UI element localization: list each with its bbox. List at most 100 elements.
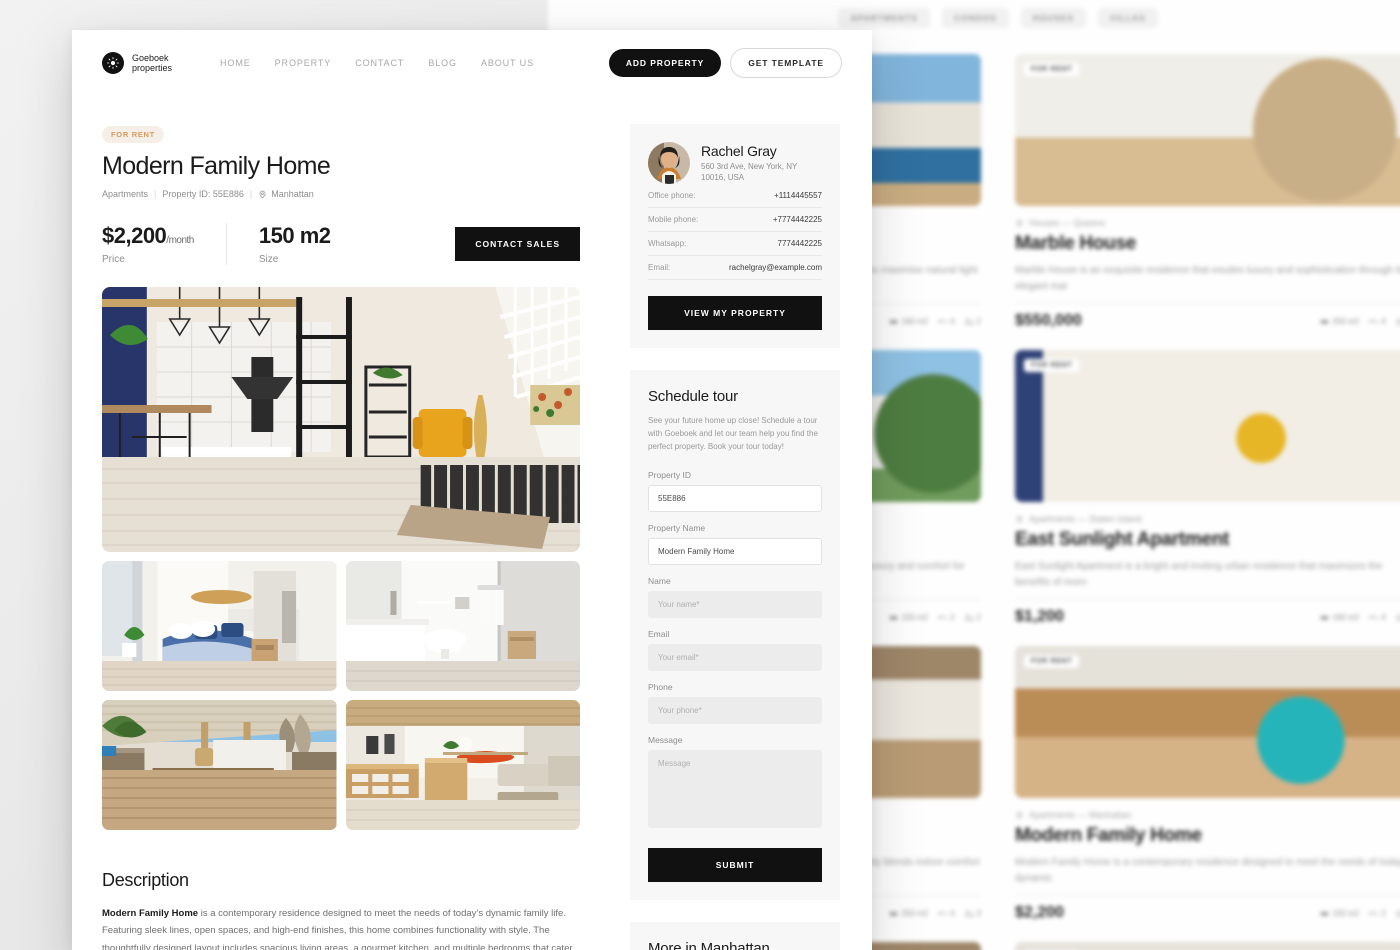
listing-card-meta: $550,000 250 m2 4 3 — [1015, 312, 1400, 330]
agent-whatsapp-row: Whatsapp: 7774442225 — [648, 232, 822, 256]
price-value: $2,200 — [102, 223, 167, 248]
gallery-thumb-terrace[interactable] — [102, 700, 337, 830]
listing-card-specs: 250 m2 4 3 — [1320, 317, 1400, 326]
agent-email-label: Email: — [648, 263, 671, 272]
agent-mobile-phone-row: Mobile phone: +7774442225 — [648, 208, 822, 232]
header-actions: ADD PROPERTY GET TEMPLATE — [608, 48, 842, 78]
contact-sales-button[interactable]: CONTACT SALES — [455, 227, 580, 261]
brand-name: Goeboek properties — [132, 53, 172, 74]
agent-office-phone-value[interactable]: +1114445557 — [774, 191, 822, 200]
email-input[interactable] — [648, 643, 822, 671]
property-stats: $2,200/month Price 150 m2 Size CONTACT S… — [102, 223, 580, 265]
add-property-button[interactable]: ADD PROPERTY — [608, 49, 722, 77]
filter-pill-condos[interactable]: CONDOS — [941, 8, 1009, 28]
schedule-tour-subtitle: See your future home up close! Schedule … — [648, 416, 818, 452]
listing-card[interactable]: FOR RENT Houses — Queens Marble House Marbl… — [1015, 54, 1400, 330]
description-lead: Modern Family Home — [102, 908, 199, 919]
size-value: 150 m2 — [258, 223, 331, 248]
listing-card-title[interactable]: East Sunlight Apartment — [1015, 529, 1400, 551]
baths-spec: 2 — [1396, 613, 1400, 622]
listing-card[interactable]: FOR RENTCondos — The BronxRustic Forest … — [1015, 942, 1400, 950]
phone-field-label: Phone — [648, 681, 673, 692]
listing-card-image[interactable]: FOR RENT — [1015, 646, 1400, 798]
property-id-field-label: Property ID — [648, 469, 691, 480]
listing-card-divider — [1015, 599, 1400, 600]
listing-card[interactable]: FOR RENT Apartments — Staten Island East S… — [1015, 350, 1400, 626]
nav-item-property[interactable]: PROPERTY — [275, 58, 332, 68]
beds-spec: 4 — [1369, 613, 1386, 622]
baths-spec: 2 — [965, 613, 981, 622]
beds-spec: 2 — [1369, 909, 1386, 918]
property-name-input[interactable] — [648, 537, 822, 565]
area-spec: 250 m2 — [1320, 317, 1359, 326]
listing-card-specs: 160 m2 4 2 — [889, 317, 981, 326]
nav-item-about-us[interactable]: ABOUT US — [481, 58, 534, 68]
category-filter-bar[interactable]: APARTMENTS CONDOS HOUSES VILLAS — [584, 8, 1400, 28]
agent-card: Rachel Gray 560 3rd Ave, New York, NY 10… — [630, 124, 840, 348]
listing-card-specs: 160 m2 4 2 — [1320, 613, 1400, 622]
listing-card[interactable]: FOR RENT Apartments — Manhattan Modern Fam… — [1015, 646, 1400, 922]
brand-logo[interactable]: Goeboek properties — [102, 52, 172, 74]
page-title: Modern Family Home — [102, 152, 331, 180]
filter-pill-apartments[interactable]: APARTMENTS — [838, 8, 930, 28]
agent-whatsapp-label: Whatsapp: — [648, 239, 687, 248]
name-input[interactable] — [648, 590, 822, 618]
listing-card-divider — [1015, 303, 1400, 304]
listing-card-category: Houses — Queens — [1015, 218, 1400, 228]
nav-item-blog[interactable]: BLOG — [428, 58, 457, 68]
price-value-row: $2,200/month — [102, 223, 194, 249]
area-spec: 150 m2 — [1320, 909, 1359, 918]
agent-email-value[interactable]: rachelgray@example.com — [729, 263, 822, 272]
property-sidebar: Rachel Gray 560 3rd Ave, New York, NY 10… — [630, 124, 840, 950]
listing-card-image[interactable]: FOR RENT — [1015, 942, 1400, 950]
listing-card-status-badge: FOR RENT — [1024, 359, 1080, 372]
nav-item-home[interactable]: HOME — [220, 58, 251, 68]
area-spec: 160 m2 — [1320, 613, 1359, 622]
agent-name: Rachel Gray — [701, 143, 777, 160]
nav-item-contact[interactable]: CONTACT — [355, 58, 404, 68]
agent-identity: Rachel Gray 560 3rd Ave, New York, NY 10… — [701, 143, 822, 183]
get-template-button[interactable]: GET TEMPLATE — [730, 48, 842, 78]
gallery-thumb-bathroom[interactable] — [345, 561, 580, 691]
agent-whatsapp-value[interactable]: 7774442225 — [778, 239, 823, 248]
listing-card-price: $550,000 — [1015, 312, 1082, 329]
view-my-property-button[interactable]: VIEW MY PROPERTY — [648, 296, 822, 330]
more-in-location-title: More in Manhattan — [648, 939, 770, 950]
listing-card-status-badge: FOR RENT — [1024, 63, 1080, 76]
listing-card-image[interactable]: FOR RENT — [1015, 350, 1400, 502]
filter-pill-villas[interactable]: VILLAS — [1097, 8, 1158, 28]
listing-card-title[interactable]: Marble House — [1015, 233, 1400, 255]
listing-card-meta: $1,200 160 m2 4 2 — [1015, 608, 1400, 626]
message-textarea[interactable] — [648, 749, 822, 828]
phone-input[interactable] — [648, 696, 822, 724]
filter-pill-houses[interactable]: HOUSES — [1020, 8, 1086, 28]
more-in-location-card: More in Manhattan — [630, 921, 840, 950]
property-id-input[interactable] — [648, 484, 822, 512]
listing-card-title[interactable]: Modern Family Home — [1015, 825, 1400, 847]
baths-spec: 2 — [965, 317, 981, 326]
listing-card-specs: 250 m2 4 3 — [889, 909, 981, 918]
listing-card-price: $2,200 — [1015, 904, 1064, 921]
brand-line-1: Goeboek — [132, 52, 169, 63]
name-field-label: Name — [648, 575, 671, 586]
description-body: Modern Family Home is a contemporary res… — [102, 905, 580, 950]
listing-card-excerpt: East Sunlight Apartment is a bright and … — [1015, 561, 1383, 588]
property-id: Property ID: 55E886 — [162, 189, 244, 199]
gallery-thumb-kitchen[interactable] — [345, 700, 580, 830]
meta-separator-2: | — [249, 189, 253, 199]
listing-card-meta: $2,200 150 m2 2 2 — [1015, 904, 1400, 922]
size-label: Size — [258, 254, 279, 265]
gallery-thumb-bedroom[interactable] — [102, 561, 337, 691]
area-spec: 160 m2 — [889, 317, 928, 326]
gallery-thumbnails — [102, 561, 580, 830]
listing-card-image[interactable]: FOR RENT — [1015, 54, 1400, 206]
schedule-tour-card: Schedule tour See your future home up cl… — [630, 370, 840, 900]
beds-spec: 2 — [938, 613, 955, 622]
submit-button[interactable]: SUBMIT — [648, 847, 822, 882]
agent-mobile-phone-value[interactable]: +7774442225 — [773, 215, 822, 224]
property-submeta: Apartments | Property ID: 55E886 | Manha… — [102, 189, 580, 199]
size-stat: 150 m2 Size — [225, 223, 363, 265]
site-header: Goeboek properties HOME PROPERTY CONTACT… — [72, 30, 872, 96]
location-pin-icon — [259, 190, 266, 198]
gallery-hero-image[interactable] — [102, 287, 580, 552]
